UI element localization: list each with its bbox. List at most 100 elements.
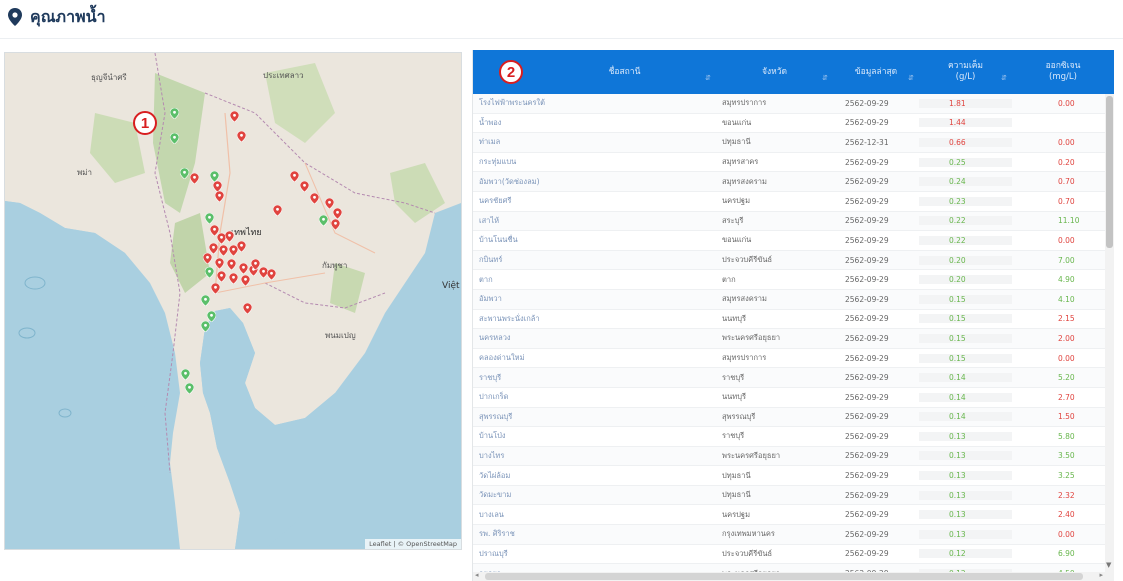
horizontal-scrollbar[interactable]: ◂ ▸ bbox=[473, 571, 1105, 581]
scroll-left-arrow-icon[interactable]: ◂ bbox=[475, 571, 479, 579]
table-row[interactable]: อัมพวา สมุทรสงคราม 2562-09-29 0.15 4.10 bbox=[473, 289, 1114, 310]
station-marker-icon[interactable] bbox=[215, 191, 224, 202]
station-cell[interactable]: สะพานพระนั่งเกล้า bbox=[473, 313, 716, 325]
table-row[interactable]: ท่าเมล ปทุมธานี 2562-12-31 0.66 0.00 bbox=[473, 133, 1114, 153]
station-marker-icon[interactable] bbox=[241, 275, 250, 286]
vertical-scroll-thumb[interactable] bbox=[1106, 96, 1113, 248]
scroll-down-arrow-icon[interactable]: ▼ bbox=[1106, 561, 1111, 569]
station-marker-icon[interactable] bbox=[230, 111, 239, 122]
table-row[interactable]: สะพานพระนั่งเกล้า นนทบุรี 2562-09-29 0.15 2.… bbox=[473, 310, 1114, 330]
station-marker-icon[interactable] bbox=[333, 208, 342, 219]
table-row[interactable]: ตาก ตาก 2562-09-29 0.20 4.90 bbox=[473, 270, 1114, 290]
sort-icon[interactable]: ⇵ bbox=[822, 73, 828, 84]
table-row[interactable]: คลองด่านใหม่ สมุทรปราการ 2562-09-29 0.15 0.0… bbox=[473, 349, 1114, 369]
table-row[interactable]: นครชัยศรี นครปฐม 2562-09-29 0.23 0.70 bbox=[473, 192, 1114, 212]
station-cell[interactable]: รพ. ศิริราช bbox=[473, 528, 716, 540]
station-marker-icon[interactable] bbox=[237, 241, 246, 252]
station-marker-icon[interactable] bbox=[319, 215, 328, 226]
station-marker-icon[interactable] bbox=[273, 205, 282, 216]
station-cell[interactable]: สุพรรณบุรี bbox=[473, 411, 716, 423]
station-marker-icon[interactable] bbox=[237, 131, 246, 142]
station-cell[interactable]: ปากเกร็ด bbox=[473, 391, 716, 403]
station-cell[interactable]: วัดมะขาม bbox=[473, 489, 716, 501]
map-attribution[interactable]: Leaflet | © OpenStreetMap bbox=[365, 539, 461, 549]
station-marker-icon[interactable] bbox=[239, 263, 248, 274]
station-marker-icon[interactable] bbox=[225, 231, 234, 242]
station-marker-icon[interactable] bbox=[211, 283, 220, 294]
station-cell[interactable]: บางไทร bbox=[473, 450, 716, 462]
station-marker-icon[interactable] bbox=[215, 258, 224, 269]
table-row[interactable]: อัมพวา(วัดช่องลม) สมุทรสงคราม 2562-09-29 0.… bbox=[473, 172, 1114, 192]
table-row[interactable]: ราชบุรี ราชบุรี 2562-09-29 0.14 5.20 bbox=[473, 368, 1114, 388]
station-cell[interactable]: บางเลน bbox=[473, 509, 716, 521]
station-marker-icon[interactable] bbox=[331, 219, 340, 230]
station-marker-icon[interactable] bbox=[203, 253, 212, 264]
station-marker-icon[interactable] bbox=[229, 273, 238, 284]
station-marker-icon[interactable] bbox=[267, 269, 276, 280]
table-row[interactable]: ปราณบุรี ประจวบคีรีขันธ์ 2562-09-29 0.12 6.9… bbox=[473, 545, 1114, 565]
station-cell[interactable]: วัดไผ่ล้อม bbox=[473, 470, 716, 482]
station-cell[interactable]: ท่าเมล bbox=[473, 136, 716, 148]
station-marker-icon[interactable] bbox=[310, 193, 319, 204]
station-cell[interactable]: ราชบุรี bbox=[473, 372, 716, 384]
station-marker-icon[interactable] bbox=[205, 267, 214, 278]
scroll-right-arrow-icon[interactable]: ▸ bbox=[1099, 571, 1103, 579]
station-marker-icon[interactable] bbox=[290, 171, 299, 182]
table-row[interactable]: เสาไห้ สระบุรี 2562-09-29 0.22 11.10 bbox=[473, 211, 1114, 232]
table-row[interactable]: บางไทร พระนครศรีอยุธยา 2562-09-29 0.13 3.50 bbox=[473, 446, 1114, 467]
table-row[interactable]: กระทุ่มแบน สมุทรสาคร 2562-09-29 0.25 0.20 bbox=[473, 153, 1114, 173]
table-row[interactable]: บ้านโป่ง ราชบุรี 2562-09-29 0.13 5.80 bbox=[473, 427, 1114, 447]
station-marker-icon[interactable] bbox=[227, 259, 236, 270]
station-cell[interactable]: ตาก bbox=[473, 274, 716, 286]
column-header-station[interactable]: 2 ชื่อสถานี ⇵ bbox=[473, 50, 716, 94]
sort-icon[interactable]: ⇵ bbox=[705, 73, 711, 84]
table-row[interactable]: สุพรรณบุรี สุพรรณบุรี 2562-09-29 0.14 1.50 bbox=[473, 407, 1114, 428]
station-marker-icon[interactable] bbox=[205, 213, 214, 224]
station-marker-icon[interactable] bbox=[170, 133, 179, 144]
vertical-scrollbar[interactable]: ▼ bbox=[1105, 94, 1114, 581]
table-row[interactable]: รพ. ศิริราช กรุงเทพมหานคร 2562-09-29 0.13 0.… bbox=[473, 525, 1114, 545]
column-header-date[interactable]: ข้อมูลล่าสุด ⇵ bbox=[833, 50, 919, 94]
sort-icon[interactable]: ⇵ bbox=[908, 73, 914, 84]
table-row[interactable]: บ้านโนนชื่น ขอนแก่น 2562-09-29 0.22 0.00 bbox=[473, 231, 1114, 251]
station-cell[interactable]: อัมพวา bbox=[473, 293, 716, 305]
horizontal-scroll-thumb[interactable] bbox=[485, 573, 1083, 580]
column-header-salinity[interactable]: ความเค็ม (g/L) ⇵ bbox=[919, 50, 1012, 94]
station-marker-icon[interactable] bbox=[185, 383, 194, 394]
column-header-province[interactable]: จังหวัด ⇵ bbox=[716, 50, 833, 94]
station-marker-icon[interactable] bbox=[180, 168, 189, 179]
station-marker-icon[interactable] bbox=[300, 181, 309, 192]
station-marker-icon[interactable] bbox=[243, 303, 252, 314]
table-row[interactable]: วัดไผ่ล้อม ปทุมธานี 2562-09-29 0.13 3.25 bbox=[473, 466, 1114, 486]
station-cell[interactable]: ปราณบุรี bbox=[473, 548, 716, 560]
table-row[interactable]: นครหลวง พระนครศรีอยุธยา 2562-09-29 0.15 2.00 bbox=[473, 329, 1114, 349]
station-cell[interactable]: กระทุ่มแบน bbox=[473, 156, 716, 168]
station-cell[interactable]: บ้านโนนชื่น bbox=[473, 234, 716, 246]
table-row[interactable]: วัดมะขาม ปทุมธานี 2562-09-29 0.13 2.32 bbox=[473, 485, 1114, 506]
station-cell[interactable]: นครหลวง bbox=[473, 332, 716, 344]
station-marker-icon[interactable] bbox=[201, 295, 210, 306]
station-marker-icon[interactable] bbox=[190, 173, 199, 184]
station-marker-icon[interactable] bbox=[170, 108, 179, 119]
station-marker-icon[interactable] bbox=[201, 321, 210, 332]
table-row[interactable]: บางเลน นครปฐม 2562-09-29 0.13 2.40 bbox=[473, 505, 1114, 526]
table-row[interactable]: โรงไฟฟ้าพระนครใต้ สมุทรปราการ 2562-09-29 1.… bbox=[473, 94, 1114, 114]
table-row[interactable]: กบินทร์ ประจวบคีรีขันธ์ 2562-09-29 0.20 7.00 bbox=[473, 250, 1114, 271]
station-cell[interactable]: กบินทร์ bbox=[473, 254, 716, 266]
station-cell[interactable]: เสาไห้ bbox=[473, 215, 716, 227]
station-cell[interactable]: น้ำพอง bbox=[473, 117, 716, 129]
station-cell[interactable]: นครชัยศรี bbox=[473, 195, 716, 207]
table-row[interactable]: น้ำพอง ขอนแก่น 2562-09-29 1.44 bbox=[473, 114, 1114, 134]
station-cell[interactable]: อัมพวา(วัดช่องลม) bbox=[473, 176, 716, 188]
station-marker-icon[interactable] bbox=[219, 245, 228, 256]
column-header-oxygen[interactable]: ออกซิเจน (mg/L) bbox=[1012, 50, 1114, 94]
station-map[interactable]: ธุญจีนำศรี ประเทศลาว พม่า เทพไทย กัมพูชา… bbox=[4, 52, 462, 550]
sort-icon[interactable]: ⇵ bbox=[1001, 73, 1007, 84]
station-cell[interactable]: โรงไฟฟ้าพระนครใต้ bbox=[473, 97, 716, 109]
station-marker-icon[interactable] bbox=[217, 271, 226, 282]
station-cell[interactable]: คลองด่านใหม่ bbox=[473, 352, 716, 364]
table-row[interactable]: ปากเกร็ด นนทบุรี 2562-09-29 0.14 2.70 bbox=[473, 388, 1114, 408]
station-marker-icon[interactable] bbox=[181, 369, 190, 380]
station-marker-icon[interactable] bbox=[251, 259, 260, 270]
station-cell[interactable]: บ้านโป่ง bbox=[473, 430, 716, 442]
